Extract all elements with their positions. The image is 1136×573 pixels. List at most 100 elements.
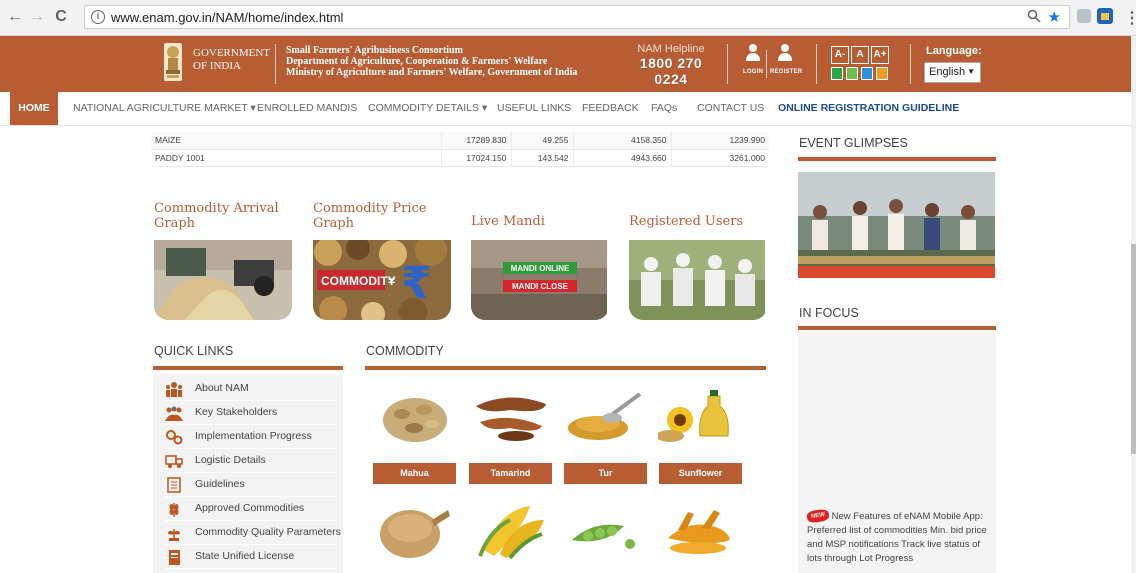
nav-commodity-details[interactable]: COMMODITY DETAILS ▾ (368, 92, 487, 125)
page-scrollbar-thumb[interactable] (1131, 244, 1136, 454)
register-button[interactable]: REGISTER (770, 44, 802, 76)
quick-link-implementation-progress[interactable]: Implementation Progress (165, 425, 337, 449)
commodity-arrival-image[interactable] (154, 240, 292, 320)
commodity-button-tamarind[interactable]: Tamarind (469, 463, 552, 484)
extension-cloud-icon[interactable] (1077, 9, 1091, 23)
nav-feedback[interactable]: FEEDBACK (582, 92, 639, 125)
login-button[interactable]: LOGIN (738, 44, 768, 76)
commodity-price-table: MAIZE 17289.830 49.255 4158.350 1239.990… (151, 132, 769, 167)
table-cell: 17289.830 (440, 132, 511, 150)
svg-text:₹: ₹ (401, 258, 432, 309)
theme-green-swatch[interactable] (831, 67, 843, 80)
nav-enrolled-mandis[interactable]: ENROLLED MANDIS (257, 92, 357, 125)
maize-image[interactable] (470, 500, 552, 560)
extension-analytics-icon[interactable] (1097, 8, 1113, 24)
tile-title-line: Commodity Price (313, 201, 427, 216)
commodity-price-image[interactable]: COMMODITY = ₹ (313, 240, 451, 320)
forward-button[interactable]: → (28, 8, 46, 26)
language-value: English (929, 66, 966, 78)
commodity-banner-text: COMMODITY (321, 274, 396, 288)
quick-link-guidelines[interactable]: Guidelines (165, 473, 337, 497)
green-peas-image[interactable] (564, 500, 646, 560)
header-divider (816, 44, 817, 84)
table-row: MAIZE 17289.830 49.255 4158.350 1239.990 (151, 132, 769, 150)
zoom-icon[interactable] (1027, 9, 1041, 26)
mandi-close-text: MANDI CLOSE (512, 282, 569, 291)
language-select[interactable]: English ▼ (924, 62, 981, 83)
in-focus-news-text: New Features of eNAM Mobile App: Preferr… (807, 511, 987, 564)
quick-link-quality-parameters[interactable]: Commodity Quality Parameters (165, 521, 341, 545)
nav-useful-links[interactable]: USEFUL LINKS (497, 92, 571, 125)
quick-link-label: State Unified License (195, 550, 295, 562)
turmeric-image[interactable] (658, 500, 740, 560)
quick-link-logistic-details[interactable]: Logistic Details (165, 449, 337, 473)
font-normal-button[interactable]: A (851, 46, 869, 64)
header-divider (910, 44, 911, 84)
sfac-line1: Small Farmers' Agribusiness Consortium (286, 45, 463, 56)
gov-line1: GOVERNMENT (193, 47, 270, 59)
commodity-button-sunflower[interactable]: Sunflower (659, 463, 742, 484)
sfac-line2: Department of Agriculture, Cooperation &… (286, 56, 548, 67)
event-glimpses-title: EVENT GLIMPSES (799, 136, 908, 150)
in-focus-panel: NEW New Features of eNAM Mobile App: Pre… (798, 330, 996, 573)
quick-links-list: About NAM Key Stakeholders Implementatio… (153, 374, 343, 573)
address-bar[interactable]: i www.enam.gov.in/NAM/home/index.html ★ (84, 5, 1070, 29)
registered-users-link[interactable]: Registered Users (629, 214, 743, 229)
wheat-flour-image[interactable] (374, 500, 456, 560)
national-emblem-icon (164, 43, 182, 81)
table-row: PADDY 1001 17024.150 143.542 4943.660 32… (151, 149, 769, 167)
svg-text:=: = (388, 274, 395, 288)
font-decrease-button[interactable]: A- (831, 46, 849, 64)
quick-link-label: Logistic Details (195, 454, 266, 466)
back-button[interactable]: ← (6, 8, 24, 26)
commodity-arrival-graph-link[interactable]: Commodity Arrival Graph (154, 201, 279, 231)
registered-users-image[interactable] (629, 240, 767, 320)
gov-line2: OF INDIA (193, 60, 241, 72)
quick-links-title: QUICK LINKS (154, 344, 234, 358)
nav-faqs[interactable]: FAQs (651, 92, 677, 125)
mahua-image[interactable] (374, 386, 456, 446)
event-glimpses-underline (798, 157, 996, 161)
tile-title-line: Commodity Arrival (154, 201, 279, 216)
quick-link-approved-commodities[interactable]: Approved Commodities (165, 497, 337, 521)
nav-national-agriculture-market[interactable]: NATIONAL AGRICULTURE MARKET ▾ (73, 92, 256, 125)
nam-helpline: NAM Helpline 1800 270 0224 (628, 43, 714, 87)
quick-link-label: Guidelines (195, 478, 245, 490)
login-user-icon (746, 44, 760, 62)
event-glimpses-photo[interactable] (798, 172, 995, 278)
tur-image[interactable] (564, 386, 646, 446)
theme-orange-swatch[interactable] (876, 67, 888, 80)
sunflower-image[interactable] (658, 386, 740, 446)
quick-link-about-nam[interactable]: About NAM (165, 377, 337, 401)
gears-icon (166, 430, 183, 445)
in-focus-news-item[interactable]: NEW New Features of eNAM Mobile App: Pre… (806, 509, 993, 566)
nav-contact-us[interactable]: CONTACT US (697, 92, 764, 125)
quick-link-key-stakeholders[interactable]: Key Stakeholders (165, 401, 337, 425)
theme-lightgreen-swatch[interactable] (846, 67, 858, 80)
quick-link-label: Commodity Quality Parameters (195, 526, 341, 538)
url-text[interactable]: www.enam.gov.in/NAM/home/index.html (111, 10, 343, 25)
helpline-label: NAM Helpline (637, 43, 705, 55)
commodity-button-mahua[interactable]: Mahua (373, 463, 456, 484)
info-icon[interactable]: i (91, 10, 105, 24)
mandi-online-text: MANDI ONLINE (511, 264, 570, 273)
quick-link-label: Approved Commodities (195, 502, 305, 514)
people-group-icon (166, 382, 182, 397)
reload-button[interactable]: C (52, 8, 70, 26)
font-increase-button[interactable]: A+ (871, 46, 889, 64)
nav-home[interactable]: HOME (10, 92, 58, 125)
commodity-price-graph-link[interactable]: Commodity Price Graph (313, 201, 427, 231)
theme-blue-swatch[interactable] (861, 67, 873, 80)
tamarind-image[interactable] (470, 386, 552, 446)
live-mandi-image[interactable]: MANDI ONLINE MANDI CLOSE (471, 240, 609, 320)
quick-link-state-unified-license[interactable]: State Unified License (165, 545, 337, 569)
browser-menu-icon[interactable]: ⋮ (1124, 8, 1136, 28)
gov-of-india-text: GOVERNMENT OF INDIA (193, 47, 270, 73)
nav-online-registration[interactable]: ONLINE REGISTRATION GUIDELINE (778, 92, 959, 125)
quick-link-label: Key Stakeholders (195, 406, 278, 418)
bookmark-star-icon[interactable]: ★ (1048, 8, 1061, 26)
table-cell: PADDY 1001 (151, 149, 441, 167)
login-label: LOGIN (743, 69, 763, 75)
live-mandi-link[interactable]: Live Mandi (471, 214, 545, 229)
commodity-button-tur[interactable]: Tur (564, 463, 647, 484)
